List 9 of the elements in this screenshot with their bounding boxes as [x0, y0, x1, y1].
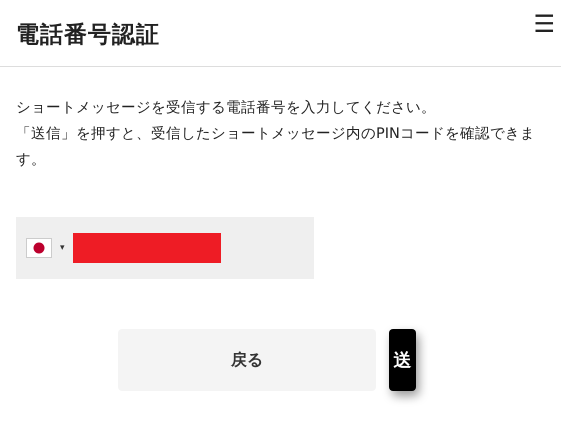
- phone-field[interactable]: ▾: [16, 217, 314, 279]
- caret-icon[interactable]: ▾: [60, 243, 65, 253]
- flag-icon[interactable]: [26, 238, 52, 258]
- menu-icon[interactable]: ☰: [533, 12, 555, 36]
- send-button[interactable]: 送: [389, 329, 416, 391]
- page-title: 電話番号認証: [16, 21, 160, 50]
- instruction-text: ショートメッセージを受信する電話番号を入力してください。: [16, 99, 437, 118]
- instruction-text: 「送信」を押すと、受信したショートメッセージ内のPINコードを確認できます。: [16, 125, 536, 170]
- back-button[interactable]: 戻る: [118, 329, 376, 391]
